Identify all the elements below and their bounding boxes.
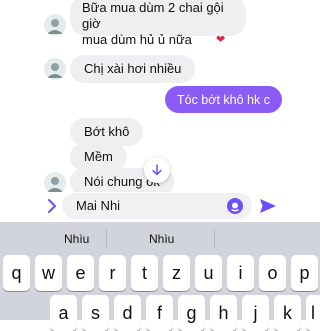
avatar[interactable] — [44, 172, 66, 194]
arrow-down-icon — [152, 164, 162, 176]
message-text: Tóc bớt khô hk c — [177, 93, 270, 107]
heart-reaction-icon[interactable]: ❤ — [216, 33, 225, 46]
emoji-icon — [227, 198, 243, 214]
key[interactable]: e — [67, 255, 94, 291]
message-text: Mềm — [84, 149, 113, 164]
chevron-right-icon — [48, 199, 56, 213]
key[interactable]: o — [259, 255, 286, 291]
key[interactable]: h — [210, 295, 237, 331]
key[interactable]: s — [82, 295, 109, 331]
key[interactable]: g — [178, 295, 205, 331]
expand-button[interactable] — [42, 196, 62, 216]
key[interactable]: u — [195, 255, 222, 291]
avatar[interactable] — [44, 58, 66, 80]
message-bubble[interactable]: Mềm — [70, 143, 127, 171]
message-text: mua dùm hủ ủ nữa — [82, 32, 192, 47]
suggestion-divider — [106, 229, 107, 249]
key[interactable]: d — [114, 295, 141, 331]
key[interactable]: t — [131, 255, 158, 291]
key[interactable]: q — [3, 255, 30, 291]
key[interactable]: z — [163, 255, 190, 291]
message-bubble[interactable]: Bữa mua dùm 2 chai gội giờ mua dùm hủ ủ … — [70, 0, 246, 47]
avatar[interactable] — [44, 14, 66, 36]
message-input-value: Mai Nhi — [76, 198, 121, 213]
key[interactable]: f — [146, 295, 173, 331]
key[interactable]: p — [291, 255, 318, 291]
key[interactable]: a — [50, 295, 77, 331]
message-bubble[interactable]: Chị xài hơi nhiều — [70, 55, 196, 83]
message-text: Chị xài hơi nhiều — [84, 61, 182, 76]
message-text: Bớt khô — [84, 124, 130, 139]
suggestion-item[interactable]: Nhìu — [149, 232, 174, 246]
key[interactable]: j — [242, 295, 269, 331]
key[interactable]: w — [35, 255, 62, 291]
suggestion-divider — [214, 229, 215, 249]
send-icon — [260, 199, 276, 213]
key[interactable]: k — [274, 295, 301, 331]
message-bubble[interactable]: Bớt khô — [70, 118, 144, 146]
scroll-down-button[interactable] — [144, 157, 170, 183]
send-button[interactable] — [258, 196, 278, 216]
outgoing-message-bubble[interactable]: Tóc bớt khô hk c — [165, 86, 282, 113]
key[interactable]: l — [306, 295, 320, 331]
emoji-button[interactable] — [226, 197, 244, 215]
suggestion-item[interactable]: Nhìu — [64, 232, 89, 246]
key[interactable]: i — [227, 255, 254, 291]
message-text: Bữa mua dùm 2 chai gội giờ — [82, 0, 224, 31]
key[interactable]: r — [99, 255, 126, 291]
